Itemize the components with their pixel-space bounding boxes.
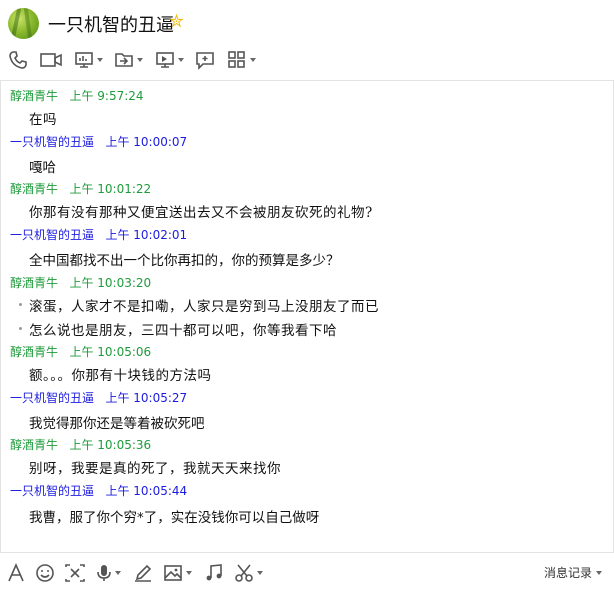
chevron-down-icon	[596, 570, 602, 575]
sender-name: 一只机智的丑逼	[10, 484, 95, 498]
sender-name: 醇酒青牛	[10, 438, 59, 452]
message-header: 醇酒青牛 上午 10:01:22	[10, 180, 151, 197]
message-text: 怎么说也是朋友，三四十都可以吧，你等我看下哈	[29, 323, 337, 339]
message-time: 上午 9:57:24	[69, 89, 144, 103]
message-time: 上午 10:05:44	[105, 484, 188, 498]
phone-icon[interactable]	[8, 46, 28, 74]
message-text: 额。。。你那有十块钱的方法吗	[29, 368, 212, 384]
message-time: 上午 10:01:22	[69, 182, 152, 196]
chevron-down-icon	[186, 571, 192, 575]
message-text: 嘎哈	[29, 160, 56, 176]
sender-name: 一只机智的丑逼	[10, 391, 95, 405]
chevron-down-icon	[137, 58, 143, 62]
bullet-icon	[19, 327, 22, 330]
music-icon[interactable]	[204, 561, 224, 585]
message-header: 醇酒青牛 上午 10:05:06	[10, 343, 151, 360]
message-header: 醇酒青牛 上午 9:57:24	[10, 87, 144, 104]
font-icon[interactable]	[6, 561, 26, 585]
message-time: 上午 10:02:01	[105, 228, 188, 242]
message-history-button[interactable]: 消息记录	[544, 564, 602, 581]
chevron-down-icon	[178, 58, 184, 62]
add-chat-icon[interactable]	[195, 46, 215, 74]
message-text: 在吗	[29, 112, 57, 128]
sender-name: 醇酒青牛	[10, 182, 59, 196]
sender-name: 一只机智的丑逼	[10, 228, 95, 242]
message-text: 我觉得那你还是等着被砍死吧	[29, 416, 205, 432]
message-header: 一只机智的丑逼 上午 10:00:07	[10, 133, 187, 150]
message-text: 我曹，服了你个穷*了，实在没钱你可以自己做呀	[29, 510, 320, 526]
message-history-label: 消息记录	[543, 566, 592, 580]
message-time: 上午 10:03:20	[69, 276, 152, 290]
screenshot-icon[interactable]	[64, 561, 86, 585]
message-header: 一只机智的丑逼 上午 10:05:27	[10, 389, 187, 406]
avatar[interactable]	[8, 8, 39, 39]
remote-desktop-icon[interactable]	[155, 46, 184, 74]
handwriting-icon[interactable]	[133, 561, 153, 585]
bullet-icon	[19, 303, 22, 306]
chevron-down-icon	[97, 58, 103, 62]
sender-name: 醇酒青牛	[10, 89, 59, 103]
message-time: 上午 10:00:07	[105, 135, 188, 149]
voice-icon[interactable]	[96, 561, 121, 585]
input-toolbar: 消息记录	[0, 552, 614, 598]
chevron-down-icon	[257, 571, 263, 575]
video-icon[interactable]	[39, 46, 63, 74]
message-time: 上午 10:05:36	[69, 438, 152, 452]
scissors-icon[interactable]	[234, 561, 263, 585]
message-time: 上午 10:05:06	[69, 345, 152, 359]
chat-title: 一只机智的丑逼	[48, 15, 174, 36]
message-header: 醇酒青牛 上午 10:05:36	[10, 436, 151, 453]
chevron-down-icon	[250, 58, 256, 62]
chat-toolbar	[0, 46, 614, 74]
message-text: 全中国都找不出一个比你再扣的，你的预算是多少？	[29, 253, 340, 269]
chevron-down-icon	[115, 571, 121, 575]
message-text: 别呀，我要是真的死了，我就天天来找你	[29, 461, 281, 477]
apps-grid-icon[interactable]	[227, 46, 256, 74]
sender-name: 醇酒青牛	[10, 276, 59, 290]
message-text: 你那有没有那种又便宜送出去又不会被朋友砍死的礼物?	[29, 205, 373, 221]
star-icon[interactable]: ✮	[169, 12, 184, 32]
message-header: 一只机智的丑逼 上午 10:02:01	[10, 226, 187, 243]
chat-header: 一只机智的丑逼 ✮	[0, 0, 614, 44]
message-time: 上午 10:05:27	[105, 391, 188, 405]
file-transfer-icon[interactable]	[114, 46, 143, 74]
image-icon[interactable]	[163, 561, 192, 585]
screen-share-icon[interactable]	[74, 46, 103, 74]
sender-name: 醇酒青牛	[10, 345, 59, 359]
message-header: 一只机智的丑逼 上午 10:05:44	[10, 482, 187, 499]
message-header: 醇酒青牛 上午 10:03:20	[10, 274, 151, 291]
chat-messages[interactable]: 醇酒青牛 上午 9:57:24 在吗 一只机智的丑逼 上午 10:00:07 嘎…	[0, 80, 614, 552]
emoji-icon[interactable]	[35, 561, 55, 585]
sender-name: 一只机智的丑逼	[10, 135, 95, 149]
message-text: 滚蛋，人家才不是扣嘞，人家只是穷到马上没朋友了而已	[29, 299, 379, 315]
